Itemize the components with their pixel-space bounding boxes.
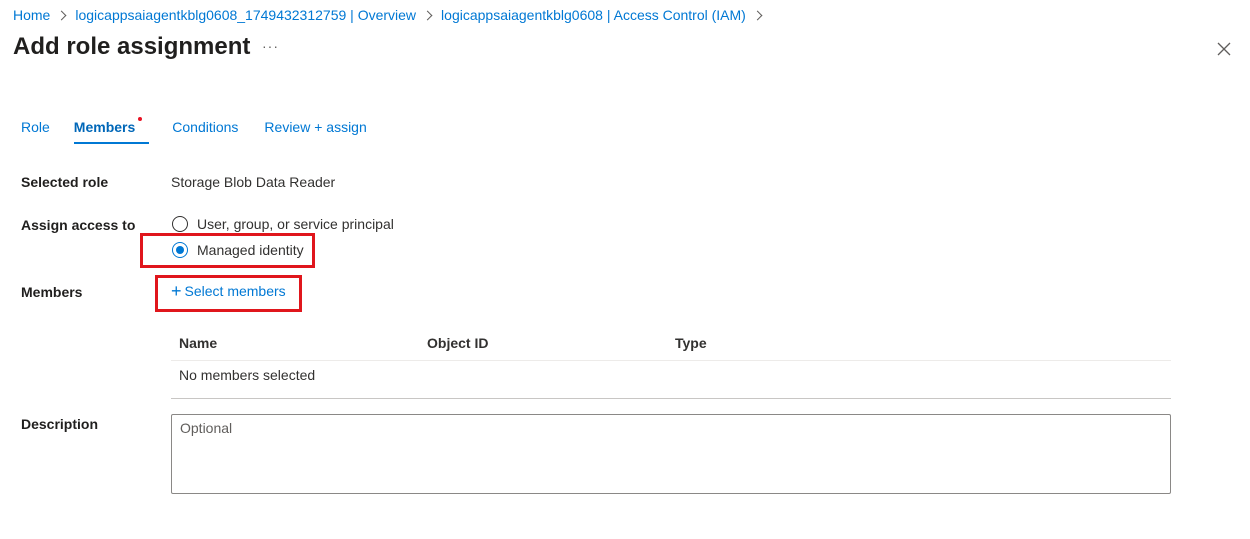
tab-role-label: Role bbox=[21, 119, 50, 135]
selected-role-label: Selected role bbox=[21, 174, 109, 190]
breadcrumb-overview[interactable]: logicappsaiagentkblg0608_1749432312759 |… bbox=[75, 7, 416, 23]
more-options-icon[interactable]: ··· bbox=[262, 38, 279, 54]
tab-review-assign[interactable]: Review + assign bbox=[264, 119, 366, 144]
column-header-type: Type bbox=[675, 335, 707, 351]
tab-conditions-label: Conditions bbox=[172, 119, 239, 135]
breadcrumb-access-control[interactable]: logicappsaiagentkblg0608 | Access Contro… bbox=[441, 7, 746, 23]
table-header-divider bbox=[171, 360, 1171, 361]
radio-user-group-sp-label: User, group, or service principal bbox=[197, 216, 394, 232]
assign-access-label: Assign access to bbox=[21, 217, 136, 233]
highlight-box-select-members bbox=[155, 275, 302, 312]
column-header-object-id: Object ID bbox=[427, 335, 489, 351]
breadcrumb-home[interactable]: Home bbox=[13, 7, 50, 23]
tab-list: Role Members Conditions Review + assign bbox=[21, 117, 367, 144]
tab-members-label: Members bbox=[73, 119, 136, 135]
tab-role[interactable]: Role bbox=[21, 119, 50, 144]
radio-unchecked-icon bbox=[172, 216, 188, 232]
description-label: Description bbox=[21, 416, 99, 432]
close-icon[interactable] bbox=[1216, 41, 1232, 57]
chevron-right-icon bbox=[56, 10, 67, 20]
description-textarea[interactable]: Optional bbox=[171, 414, 1171, 494]
table-empty-text: No members selected bbox=[179, 367, 316, 383]
highlight-box-managed-identity bbox=[140, 233, 315, 268]
required-indicator-icon bbox=[138, 117, 143, 121]
chevron-right-icon bbox=[422, 10, 433, 20]
table-bottom-divider bbox=[171, 398, 1171, 399]
tab-review-assign-label: Review + assign bbox=[264, 119, 367, 135]
breadcrumb: Home logicappsaiagentkblg0608_1749432312… bbox=[13, 7, 771, 23]
page-title: Add role assignment bbox=[13, 33, 251, 60]
column-header-name: Name bbox=[179, 335, 218, 351]
tab-members[interactable]: Members bbox=[73, 117, 150, 144]
tab-conditions[interactable]: Conditions bbox=[172, 119, 238, 144]
members-label: Members bbox=[21, 284, 83, 300]
selected-role-value: Storage Blob Data Reader bbox=[171, 174, 336, 190]
chevron-right-icon bbox=[752, 10, 763, 20]
radio-user-group-sp[interactable]: User, group, or service principal bbox=[172, 216, 394, 232]
